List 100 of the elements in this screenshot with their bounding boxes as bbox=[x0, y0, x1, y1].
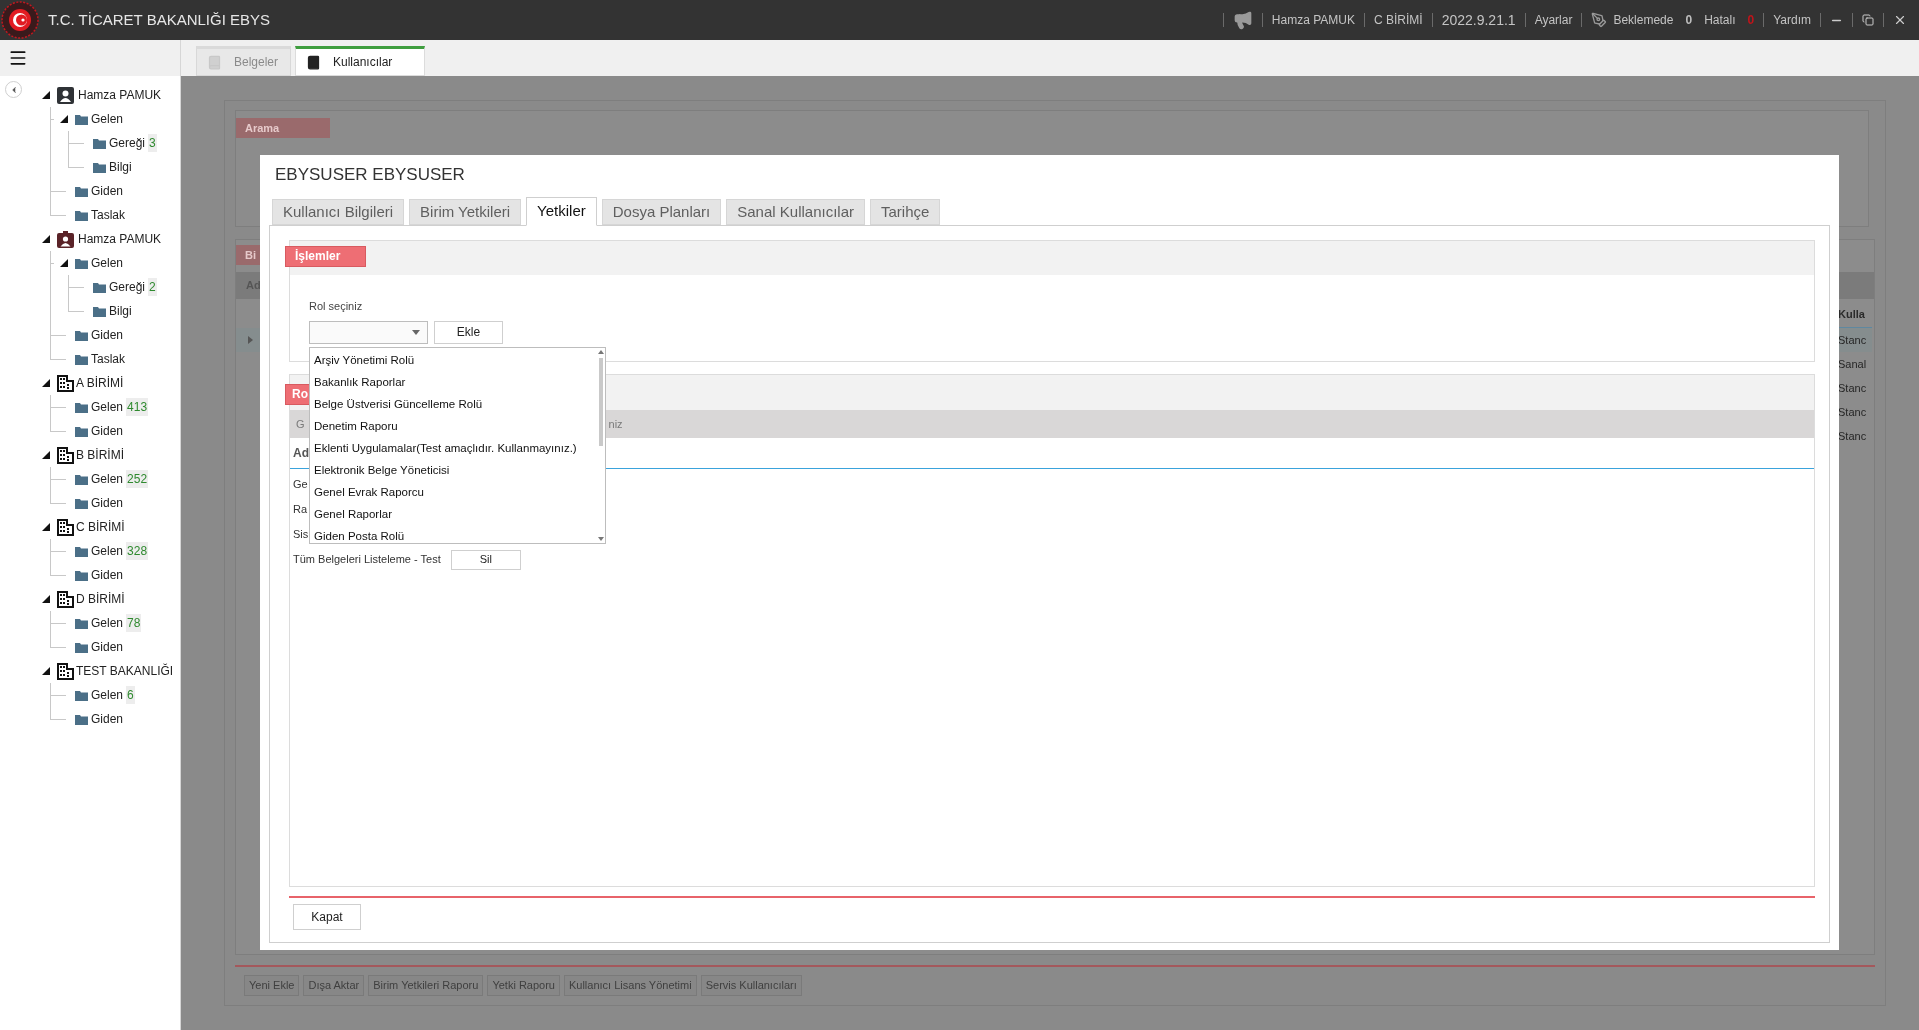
tree-item[interactable]: Giden bbox=[91, 182, 124, 200]
dropdown-option[interactable]: Genel Raporlar bbox=[314, 502, 597, 525]
table-cell-text: Sanal bbox=[1838, 357, 1868, 372]
book-icon bbox=[306, 54, 321, 70]
folder-icon bbox=[75, 569, 88, 581]
section-tag: İşlemler bbox=[285, 246, 366, 267]
user-icon bbox=[57, 86, 74, 104]
expand-toggle-icon[interactable] bbox=[60, 115, 68, 123]
count-badge: 252 bbox=[126, 470, 149, 488]
pending-label[interactable]: Beklemede bbox=[1613, 11, 1674, 29]
dropdown-option[interactable]: Genel Evrak Raporcu bbox=[314, 480, 597, 503]
row-pointer-icon bbox=[248, 336, 253, 344]
tree-item[interactable]: Gelen bbox=[91, 470, 124, 488]
expand-toggle-icon[interactable] bbox=[42, 523, 50, 531]
dropdown-option[interactable]: Giden Posta Rolü bbox=[314, 524, 597, 547]
building-icon bbox=[57, 518, 74, 536]
tree-item[interactable]: Bilgi bbox=[109, 158, 132, 176]
tree-item[interactable]: D BİRİMİ bbox=[76, 590, 125, 608]
error-count: 0 bbox=[1747, 12, 1755, 29]
tree-item[interactable]: Gelen bbox=[91, 542, 124, 560]
version-text: 2022.9.21.1 bbox=[1441, 10, 1516, 30]
table-cell-text: Ge bbox=[293, 477, 308, 493]
app-title: T.C. TİCARET BAKANLIĞI EBYS bbox=[48, 9, 270, 30]
error-label[interactable]: Hatalı bbox=[1704, 11, 1736, 29]
folder-icon bbox=[75, 257, 88, 269]
close-icon[interactable] bbox=[1893, 13, 1907, 27]
delete-button[interactable]: Sil bbox=[450, 549, 521, 570]
settings-link[interactable]: Ayarlar bbox=[1534, 11, 1573, 29]
tree-item[interactable]: Giden bbox=[91, 638, 124, 656]
section-tag: Arama bbox=[236, 118, 330, 138]
expand-toggle-icon[interactable] bbox=[42, 379, 50, 387]
help-link[interactable]: Yardım bbox=[1773, 11, 1811, 29]
table-cell-text: Stanc bbox=[1838, 381, 1868, 396]
count-badge: 2 bbox=[148, 278, 157, 296]
restore-icon[interactable] bbox=[1862, 14, 1874, 26]
close-button[interactable]: Kapat bbox=[293, 904, 361, 930]
expand-toggle-icon[interactable] bbox=[42, 667, 50, 675]
folder-icon bbox=[93, 137, 106, 149]
pen-icon[interactable] bbox=[1591, 12, 1608, 28]
tree-item[interactable]: Bilgi bbox=[109, 302, 132, 320]
tree-item[interactable]: Hamza PAMUK bbox=[78, 230, 162, 248]
document-tab[interactable]: Kullanıcılar bbox=[295, 46, 425, 76]
menu-icon[interactable] bbox=[8, 48, 28, 68]
tree-item[interactable]: Gelen bbox=[91, 614, 124, 632]
id-badge-icon bbox=[57, 230, 74, 248]
dropdown-option[interactable]: Arşiv Yönetimi Rolü bbox=[314, 348, 597, 371]
tree-item[interactable]: TEST BAKANLIĞI bbox=[76, 662, 174, 680]
tree-item[interactable]: B BİRİMİ bbox=[76, 446, 124, 464]
dialog-tab[interactable]: Sanal Kullanıcılar bbox=[726, 199, 865, 225]
dialog-tab[interactable]: Tarihçe bbox=[870, 199, 941, 225]
tree-item[interactable]: A BİRİMİ bbox=[76, 374, 124, 392]
table-cell-text: Tüm Belgeleri Listeleme - Test bbox=[293, 552, 441, 568]
tree-item[interactable]: Giden bbox=[91, 566, 124, 584]
tree-item[interactable]: Taslak bbox=[91, 206, 125, 224]
expand-toggle-icon[interactable] bbox=[42, 451, 50, 459]
dialog-tab[interactable]: Kullanıcı Bilgileri bbox=[272, 199, 405, 225]
tree-item[interactable]: Hamza PAMUK bbox=[78, 86, 162, 104]
scroll-down-icon[interactable] bbox=[598, 536, 604, 541]
count-badge: 3 bbox=[148, 134, 157, 152]
tree-item[interactable]: Gelen bbox=[91, 398, 124, 416]
add-button[interactable]: Ekle bbox=[434, 320, 503, 344]
count-badge: 78 bbox=[126, 614, 142, 632]
tree-item[interactable]: Gelen bbox=[91, 254, 124, 272]
tree-item[interactable]: Gereği bbox=[109, 134, 146, 152]
dialog-tab[interactable]: Yetkiler bbox=[526, 197, 597, 226]
dropdown-option[interactable]: Elektronik Belge Yöneticisi bbox=[314, 458, 597, 481]
expand-toggle-icon[interactable] bbox=[60, 259, 68, 267]
dialog-tab[interactable]: Birim Yetkileri bbox=[409, 199, 522, 225]
tree-item[interactable]: C BİRİMİ bbox=[76, 518, 125, 536]
expand-toggle-icon[interactable] bbox=[42, 595, 50, 603]
building-icon bbox=[57, 590, 74, 608]
tree-item[interactable]: Gelen bbox=[91, 110, 124, 128]
dialog-tab[interactable]: Dosya Planları bbox=[601, 199, 722, 225]
table-cell-text: Ra bbox=[293, 502, 308, 518]
collapse-button[interactable] bbox=[5, 81, 22, 98]
tree-item[interactable]: Gelen bbox=[91, 686, 124, 704]
table-cell: Stanc bbox=[1838, 328, 1872, 352]
folder-icon bbox=[75, 713, 88, 725]
tree-item[interactable]: Taslak bbox=[91, 350, 125, 368]
megaphone-icon[interactable] bbox=[1232, 10, 1253, 30]
count-badge: 413 bbox=[126, 398, 149, 416]
tree-item[interactable]: Giden bbox=[91, 422, 124, 440]
dropdown-option[interactable]: Eklenti Uygulamalar(Test amaçlıdır. Kullanmayınız.) bbox=[314, 436, 597, 459]
dialog-title: EBYSUSER EBYSUSER bbox=[274, 164, 466, 186]
scroll-up-icon[interactable] bbox=[598, 349, 604, 354]
folder-icon bbox=[75, 185, 88, 197]
tree-item[interactable]: Giden bbox=[91, 326, 124, 344]
expand-toggle-icon[interactable] bbox=[42, 91, 50, 99]
expand-toggle-icon[interactable] bbox=[42, 235, 50, 243]
folder-icon bbox=[93, 161, 106, 173]
tree-item[interactable]: Gereği bbox=[109, 278, 146, 296]
pending-count: 0 bbox=[1685, 12, 1693, 29]
unit-name[interactable]: C BİRİMİ bbox=[1374, 11, 1423, 29]
count-badge: 6 bbox=[126, 686, 135, 704]
user-name[interactable]: Hamza PAMUK bbox=[1271, 11, 1355, 29]
tree-item[interactable]: Giden bbox=[91, 494, 124, 512]
dropdown-option[interactable]: Denetim Raporu bbox=[314, 414, 597, 437]
folder-icon bbox=[93, 305, 106, 317]
tree-item[interactable]: Giden bbox=[91, 710, 124, 728]
building-icon bbox=[57, 446, 74, 464]
